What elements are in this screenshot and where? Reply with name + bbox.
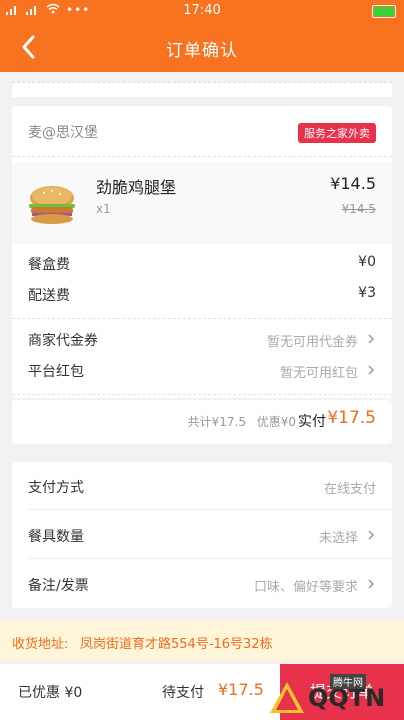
discount-amount: 优惠¥0 bbox=[256, 415, 296, 429]
shop-row: 麦@思汉堡 服务之家外卖 bbox=[12, 106, 392, 156]
divider bbox=[28, 509, 392, 510]
fee-label: 配送费 bbox=[28, 288, 70, 304]
item-original-price: ¥14.5 bbox=[341, 202, 376, 216]
address-label: 收货地址: bbox=[12, 637, 69, 652]
top-strip bbox=[12, 82, 392, 97]
payment-method-row[interactable]: 支付方式 在线支付 bbox=[12, 462, 392, 510]
battery-icon bbox=[372, 5, 396, 18]
nav-bar: 订单确认 bbox=[0, 22, 404, 72]
paid-label: 实付 bbox=[298, 414, 326, 430]
payment-method-label: 支付方式 bbox=[28, 480, 84, 496]
watermark: QQTN 腾牛网 bbox=[268, 674, 398, 716]
totals-row: 共计¥17.5 优惠¥0 实付 ¥17.5 bbox=[12, 400, 392, 440]
divider bbox=[28, 558, 392, 559]
delivery-address[interactable]: 收货地址: 凤岗街道育才路554号-16号32栋 bbox=[0, 621, 404, 661]
utensils-value: 未选择 bbox=[318, 531, 358, 546]
utensils-row[interactable]: 餐具数量 未选择 bbox=[12, 511, 392, 559]
coupon-value: 暂无可用红包 bbox=[279, 366, 358, 381]
fee-value: ¥3 bbox=[358, 285, 376, 301]
to-pay-label: 待支付 bbox=[162, 685, 204, 701]
divider bbox=[12, 156, 392, 157]
watermark-logo-icon bbox=[270, 682, 304, 713]
total-amount: 共计¥17.5 bbox=[187, 415, 246, 429]
chevron-right-icon bbox=[368, 579, 375, 589]
payment-card: 支付方式 在线支付 餐具数量 未选择 备注/发票 口味、偏好等要求 bbox=[12, 462, 392, 608]
divider bbox=[12, 318, 392, 319]
page-title: 订单确认 bbox=[166, 41, 238, 61]
chevron-right-icon bbox=[368, 530, 375, 540]
shop-name: 麦@思汉堡 bbox=[28, 125, 98, 141]
divider bbox=[12, 394, 392, 395]
notes-row[interactable]: 备注/发票 口味、偏好等要求 bbox=[12, 560, 392, 608]
coupon-label: 商家代金券 bbox=[28, 333, 98, 349]
totals-card: 共计¥17.5 优惠¥0 实付 ¥17.5 bbox=[12, 400, 392, 444]
chevron-right-icon bbox=[368, 365, 375, 375]
item-name: 劲脆鸡腿堡 bbox=[96, 178, 177, 197]
item-price: ¥14.5 bbox=[330, 174, 376, 193]
fee-packaging: 餐盒费 ¥0 bbox=[12, 248, 392, 278]
item-quantity: x1 bbox=[96, 202, 111, 216]
utensils-label: 餐具数量 bbox=[28, 529, 84, 545]
notes-value: 口味、偏好等要求 bbox=[253, 580, 358, 595]
coupon-label: 平台红包 bbox=[28, 364, 84, 380]
address-value: 凤岗街道育才路554号-16号32栋 bbox=[80, 637, 273, 652]
fee-label: 餐盒费 bbox=[28, 257, 70, 273]
order-item: 劲脆鸡腿堡 x1 ¥14.5 ¥14.5 bbox=[12, 162, 392, 244]
to-pay-value: ¥17.5 bbox=[218, 680, 264, 699]
merchant-voucher-row[interactable]: 商家代金券 暂无可用代金券 bbox=[12, 324, 392, 354]
chevron-right-icon bbox=[368, 334, 375, 344]
notes-label: 备注/发票 bbox=[28, 578, 89, 594]
payment-method-value: 在线支付 bbox=[323, 482, 376, 497]
paid-value: ¥17.5 bbox=[327, 408, 376, 428]
fee-value: ¥0 bbox=[358, 254, 376, 270]
order-card: 麦@思汉堡 服务之家外卖 劲脆鸡腿堡 x1 ¥14.5 ¥14.5 餐盒费 ¥0… bbox=[12, 106, 392, 398]
coupon-value: 暂无可用代金券 bbox=[266, 335, 358, 350]
burger-image bbox=[22, 180, 82, 230]
watermark-small-text: 腾牛网 bbox=[330, 674, 366, 689]
status-time: 17:40 bbox=[183, 3, 221, 18]
platform-redpacket-row[interactable]: 平台红包 暂无可用红包 bbox=[12, 355, 392, 385]
status-bar: ••• 17:40 bbox=[0, 0, 404, 22]
saved-amount: 已优惠 ¥0 bbox=[18, 685, 83, 701]
fee-delivery: 配送费 ¥3 bbox=[12, 279, 392, 309]
shop-tag: 服务之家外卖 bbox=[298, 123, 376, 143]
